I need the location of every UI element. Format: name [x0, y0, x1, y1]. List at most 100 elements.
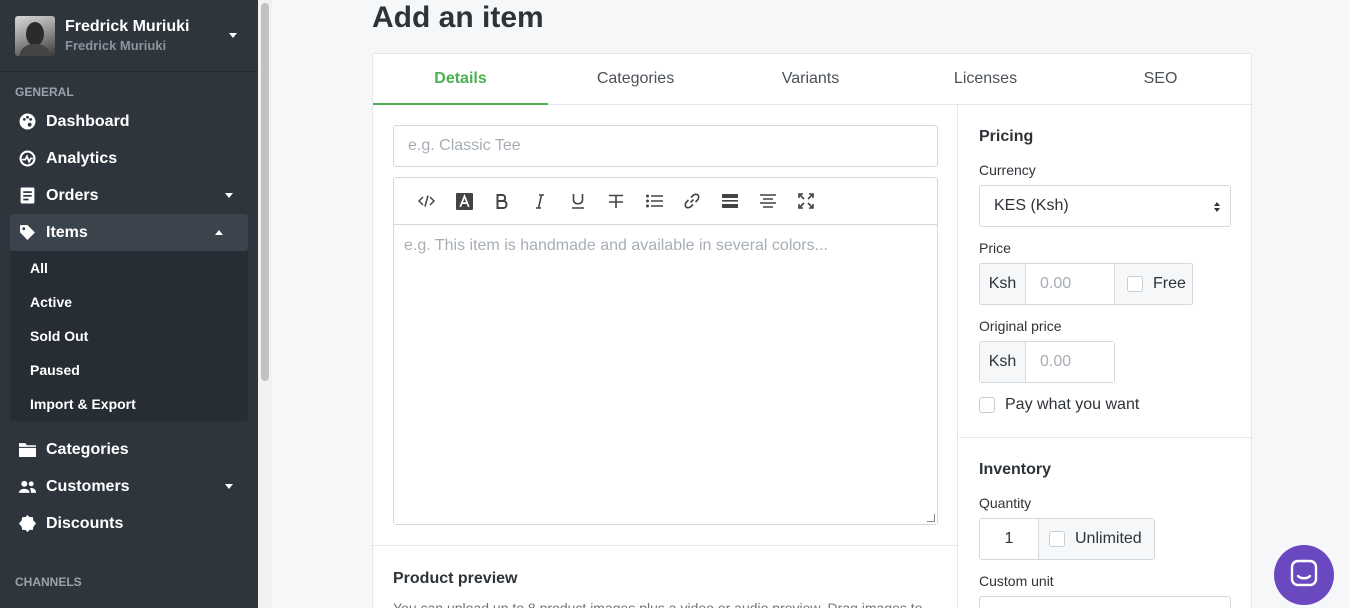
sidebar-item-orders[interactable]: Orders: [0, 177, 258, 214]
section-label-channels: CHANNELS: [15, 575, 82, 589]
chevron-up-icon: [215, 230, 223, 235]
quantity-label: Quantity: [979, 495, 1032, 511]
sidebar-item-label: Dashboard: [46, 112, 130, 130]
sidebar: Fredrick Muriuki Fredrick Muriuki GENERA…: [0, 0, 258, 608]
pricing-title: Pricing: [979, 128, 1034, 145]
user-menu[interactable]: Fredrick Muriuki Fredrick Muriuki: [0, 0, 258, 72]
underline-icon[interactable]: [559, 186, 597, 216]
original-price-label: Original price: [979, 318, 1062, 334]
divider: [959, 437, 1251, 438]
tab-details[interactable]: Details: [373, 54, 548, 105]
pay-what-you-want-toggle[interactable]: Pay what you want: [979, 396, 1139, 414]
link-icon[interactable]: [673, 186, 711, 216]
code-icon[interactable]: [407, 186, 445, 216]
bullet-list-icon[interactable]: [635, 186, 673, 216]
quantity-input[interactable]: 1: [980, 519, 1038, 559]
editor-toolbar: [394, 178, 937, 225]
italic-icon[interactable]: [521, 186, 559, 216]
tab-variants[interactable]: Variants: [723, 54, 898, 104]
sidebar-subitem-sold-out[interactable]: Sold Out: [10, 319, 248, 353]
details-column: Product preview You can upload up to 8 p…: [373, 105, 958, 608]
unlimited-toggle[interactable]: Unlimited: [1038, 519, 1154, 559]
custom-unit-label: Custom unit: [979, 573, 1054, 589]
bold-icon[interactable]: [483, 186, 521, 216]
price-input-group: Ksh Free: [979, 263, 1193, 305]
original-price-input-group: Ksh: [979, 341, 1115, 383]
chat-icon: [1290, 559, 1318, 592]
price-input[interactable]: [1026, 264, 1114, 304]
description-textarea[interactable]: [394, 225, 937, 524]
quantity-input-group: 1 Unlimited: [979, 518, 1155, 560]
product-preview-help: You can upload up to 8 product images pl…: [393, 600, 923, 608]
resize-grip-icon[interactable]: [927, 514, 935, 522]
sidebar-subitem-active[interactable]: Active: [10, 285, 248, 319]
inventory-title: Inventory: [979, 461, 1052, 478]
tab-licenses[interactable]: Licenses: [898, 54, 1073, 104]
tab-bar: Details Categories Variants Licenses SEO: [373, 54, 1251, 105]
unlimited-label: Unlimited: [1075, 530, 1142, 547]
sidebar-item-discounts[interactable]: Discounts: [0, 505, 258, 542]
palette-icon: [18, 113, 36, 131]
gauge-icon: [18, 150, 36, 168]
pay-what-you-want-label: Pay what you want: [1005, 396, 1140, 413]
scrollbar-thumb[interactable]: [261, 3, 269, 381]
item-form-card: Details Categories Variants Licenses SEO: [372, 53, 1252, 608]
sidebar-subitem-paused[interactable]: Paused: [10, 353, 248, 387]
sidebar-column: Pricing Currency KES (Ksh) Price Ksh Fre…: [959, 105, 1251, 608]
folder-icon: [18, 441, 36, 459]
currency-symbol: Ksh: [980, 264, 1026, 304]
sidebar-item-label: Orders: [46, 186, 99, 204]
price-label: Price: [979, 240, 1011, 256]
sidebar-item-items[interactable]: Items: [10, 214, 248, 251]
users-icon: [18, 478, 36, 496]
pay-what-you-want-checkbox[interactable]: [979, 397, 995, 413]
currency-symbol: Ksh: [980, 342, 1026, 382]
sidebar-item-dashboard[interactable]: Dashboard: [0, 103, 258, 140]
page-title: Add an item: [372, 1, 544, 34]
free-label: Free: [1153, 275, 1186, 292]
section-label-general: GENERAL: [15, 85, 74, 99]
chevron-down-icon[interactable]: [229, 33, 237, 38]
sidebar-item-label: Discounts: [46, 514, 124, 532]
sidebar-item-label: Customers: [46, 477, 130, 495]
sidebar-scrollbar[interactable]: [258, 0, 272, 608]
user-name: Fredrick Muriuki: [65, 18, 190, 35]
text-color-icon[interactable]: [445, 186, 483, 216]
sidebar-item-label: Items: [46, 223, 88, 241]
sidebar-item-label: Analytics: [46, 149, 118, 167]
sidebar-item-customers[interactable]: Customers: [0, 468, 258, 505]
free-checkbox[interactable]: [1127, 276, 1143, 292]
product-preview-title: Product preview: [393, 570, 518, 587]
custom-unit-input[interactable]: [979, 596, 1231, 608]
horizontal-rule-icon[interactable]: [711, 186, 749, 216]
currency-label: Currency: [979, 162, 1036, 178]
currency-value: KES (Ksh): [994, 197, 1069, 214]
currency-select[interactable]: KES (Ksh): [979, 185, 1231, 227]
user-subtitle: Fredrick Muriuki: [65, 38, 167, 53]
align-center-icon[interactable]: [749, 186, 787, 216]
divider: [373, 545, 958, 546]
items-submenu: Items All Active Sold Out Paused Import …: [10, 214, 248, 421]
fullscreen-icon[interactable]: [787, 186, 825, 216]
avatar: [15, 15, 55, 56]
select-arrows-icon: [1214, 200, 1220, 214]
chevron-down-icon: [225, 484, 233, 489]
chat-launcher-button[interactable]: [1274, 545, 1334, 605]
item-title-input[interactable]: [393, 125, 938, 167]
strikethrough-icon[interactable]: [597, 186, 635, 216]
tab-seo[interactable]: SEO: [1073, 54, 1248, 104]
tab-categories[interactable]: Categories: [548, 54, 723, 104]
sidebar-subitem-all[interactable]: All: [10, 251, 248, 285]
original-price-input[interactable]: [1026, 342, 1114, 382]
sidebar-subitem-import-export[interactable]: Import & Export: [10, 387, 248, 421]
receipt-icon: [18, 187, 36, 205]
badge-icon: [18, 515, 36, 533]
tag-icon: [18, 224, 36, 242]
sidebar-item-analytics[interactable]: Analytics: [0, 140, 258, 177]
sidebar-item-label: Categories: [46, 440, 129, 458]
unlimited-checkbox[interactable]: [1049, 531, 1065, 547]
sidebar-item-categories[interactable]: Categories: [0, 431, 258, 468]
chevron-down-icon: [225, 193, 233, 198]
description-editor: [393, 177, 938, 525]
free-toggle[interactable]: Free: [1114, 264, 1192, 304]
